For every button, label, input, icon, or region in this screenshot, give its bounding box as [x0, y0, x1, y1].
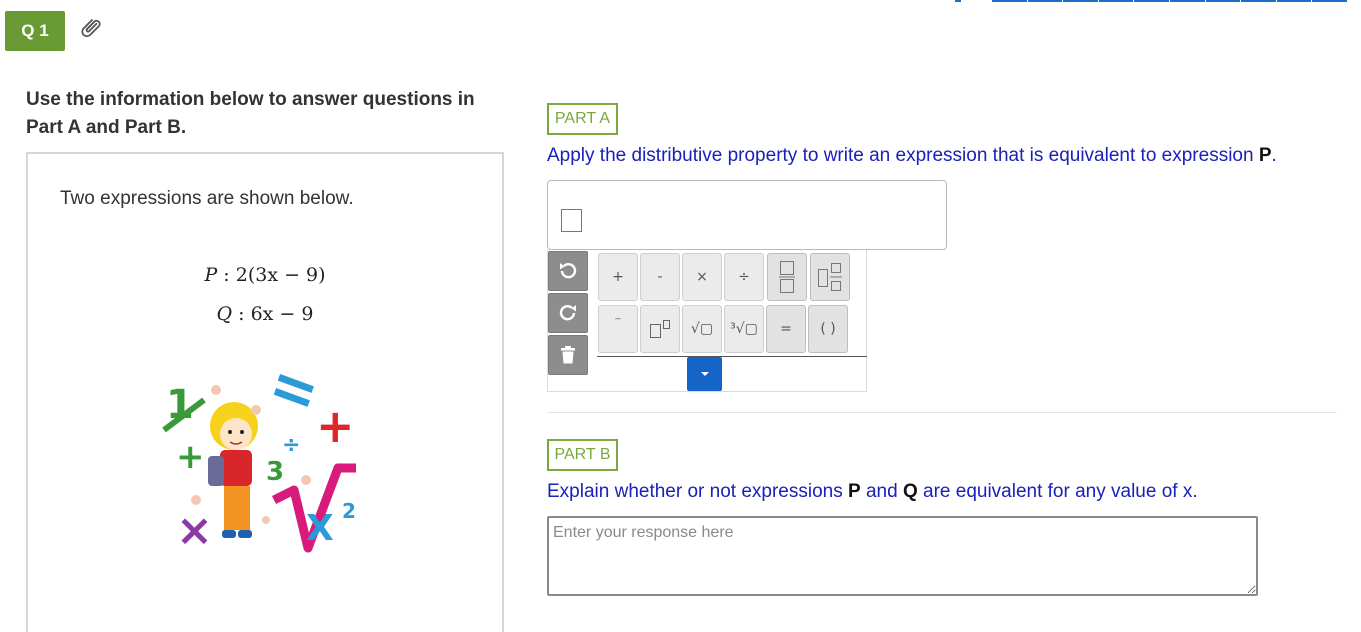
- redo-button[interactable]: [548, 293, 588, 333]
- trash-icon: [561, 346, 575, 364]
- svg-text:X: X: [306, 508, 334, 549]
- mixed-number-icon: [818, 263, 842, 291]
- svg-text:3: 3: [266, 457, 284, 487]
- exponent-icon: [650, 320, 670, 338]
- part-divider: [547, 412, 1337, 413]
- empty-slot-icon: [561, 209, 582, 232]
- svg-text:÷: ÷: [282, 433, 300, 458]
- paperclip-icon[interactable]: [80, 16, 104, 40]
- part-b-prompt: Explain whether or not expressions P and…: [547, 481, 1198, 502]
- square-root-key[interactable]: √▢: [682, 305, 722, 353]
- fraction-key[interactable]: [767, 253, 807, 301]
- keypad-divider: [597, 356, 867, 357]
- more-keys-dropdown[interactable]: [687, 357, 722, 391]
- svg-text:+: +: [316, 399, 355, 453]
- math-answer-input[interactable]: [547, 180, 947, 250]
- cube-root-key[interactable]: ³√▢: [724, 305, 764, 353]
- delete-button[interactable]: [548, 335, 588, 375]
- divide-key[interactable]: ÷: [724, 253, 764, 301]
- stimulus-intro: Two expressions are shown below.: [60, 188, 354, 209]
- stimulus-panel: Two expressions are shown below. P : 2(3…: [26, 152, 504, 632]
- negative-key[interactable]: ⁻: [598, 305, 638, 353]
- fraction-icon: [779, 261, 795, 293]
- stimulus-heading: Use the information below to answer ques…: [26, 89, 475, 138]
- equals-key[interactable]: =: [766, 305, 806, 353]
- nav-marker: [955, 0, 961, 2]
- minus-key[interactable]: -: [640, 253, 680, 301]
- question-number-badge[interactable]: Q 1: [5, 11, 65, 51]
- math-kid-clipart-icon: 1 + × + 3 ÷ X 2: [156, 370, 364, 560]
- part-a-label: PART A: [547, 103, 618, 135]
- undo-button[interactable]: [548, 251, 588, 291]
- part-b-label: PART B: [547, 439, 618, 471]
- svg-text:+: +: [176, 437, 205, 477]
- question-nav-strip[interactable]: [992, 0, 1348, 2]
- mixed-number-key[interactable]: [810, 253, 850, 301]
- caret-down-icon: [700, 372, 709, 376]
- redo-icon: [559, 305, 576, 321]
- undo-icon: [560, 263, 577, 279]
- exponent-key[interactable]: [640, 305, 680, 353]
- part-a-prompt: Apply the distributive property to write…: [547, 145, 1277, 166]
- plus-key[interactable]: +: [598, 253, 638, 301]
- svg-text:2: 2: [342, 499, 356, 523]
- expression-p: P : 2(3x − 9): [204, 264, 326, 286]
- times-key[interactable]: ×: [682, 253, 722, 301]
- expression-q: Q : 6x − 9: [216, 303, 314, 325]
- svg-text:×: ×: [176, 505, 213, 556]
- parentheses-key[interactable]: ( ): [808, 305, 848, 353]
- response-textarea[interactable]: [547, 516, 1258, 596]
